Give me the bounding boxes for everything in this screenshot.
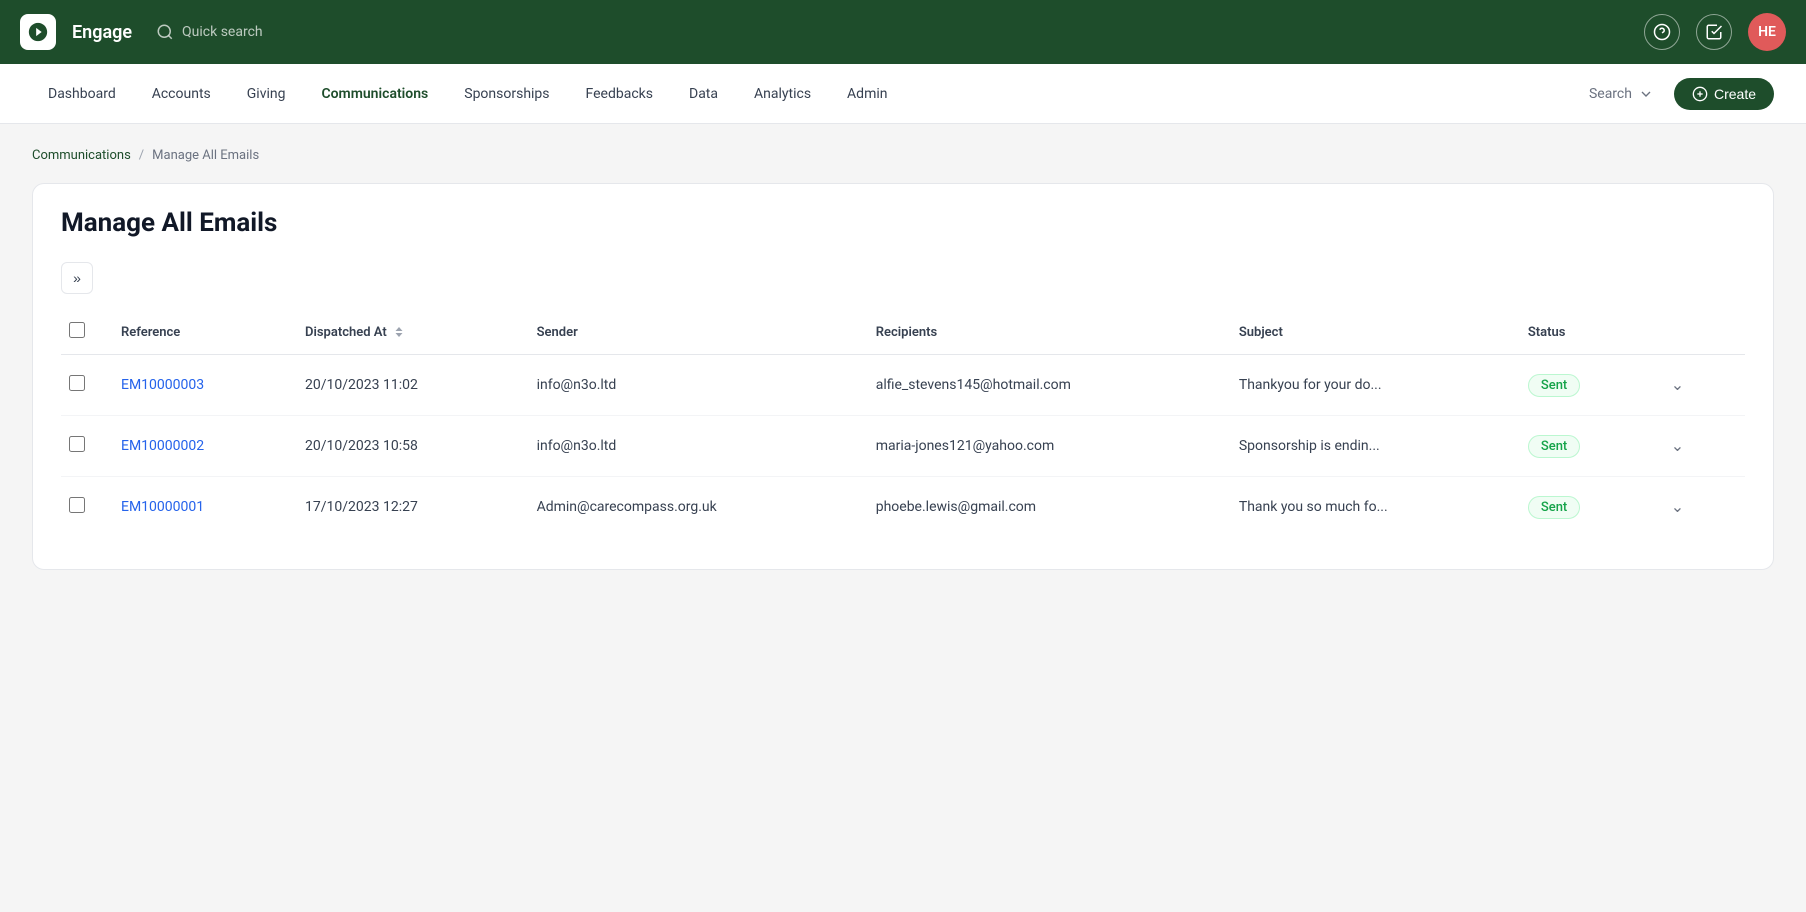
row-expand-cell: ⌄ [1647,355,1745,416]
nav-item-analytics[interactable]: Analytics [738,78,827,110]
row-recipients: alfie_stevens145@hotmail.com [860,355,1223,416]
double-chevron-icon: » [73,270,81,286]
row-reference: EM10000002 [105,416,289,477]
status-badge: Sent [1528,496,1580,519]
breadcrumb: Communications / Manage All Emails [32,148,1774,163]
search-icon [156,23,174,41]
reference-link[interactable]: EM10000003 [121,377,204,393]
col-status: Status [1512,310,1647,355]
app-name: Engage [72,22,132,43]
row-checkbox-cell [61,355,105,416]
row-dispatched-at: 17/10/2023 12:27 [289,477,521,538]
row-expand-button[interactable]: ⌄ [1663,432,1692,460]
checkbox-icon [1705,23,1723,41]
row-checkbox[interactable] [69,436,85,452]
nav-item-dashboard[interactable]: Dashboard [32,78,132,110]
col-expand [1647,310,1745,355]
email-rows: EM10000003 20/10/2023 11:02 info@n3o.ltd… [61,355,1745,538]
row-expand-cell: ⌄ [1647,416,1745,477]
sort-icon [394,326,404,338]
tasks-button[interactable] [1696,14,1732,50]
row-subject: Thank you so much fo... [1223,477,1512,538]
create-button[interactable]: Create [1674,78,1774,110]
table-row: EM10000002 20/10/2023 10:58 info@n3o.ltd… [61,416,1745,477]
row-expand-button[interactable]: ⌄ [1663,371,1692,399]
quick-search[interactable]: Quick search [156,23,263,41]
row-checkbox[interactable] [69,375,85,391]
row-sender: Admin@carecompass.org.uk [521,477,860,538]
question-icon [1653,23,1671,41]
help-button[interactable] [1644,14,1680,50]
status-badge: Sent [1528,435,1580,458]
nav-item-sponsorships[interactable]: Sponsorships [448,78,565,110]
emails-table: Reference Dispatched At Sender Rec [61,310,1745,537]
table-row: EM10000001 17/10/2023 12:27 Admin@careco… [61,477,1745,538]
search-label: Search [1589,86,1632,102]
table-header-row: Reference Dispatched At Sender Rec [61,310,1745,355]
row-recipients: maria-jones121@yahoo.com [860,416,1223,477]
row-subject: Thankyou for your do... [1223,355,1512,416]
status-badge: Sent [1528,374,1580,397]
nav-item-accounts[interactable]: Accounts [136,78,227,110]
row-status: Sent [1512,355,1647,416]
row-reference: EM10000003 [105,355,289,416]
user-avatar[interactable]: HE [1748,13,1786,51]
row-expand-button[interactable]: ⌄ [1663,493,1692,521]
breadcrumb-separator: / [139,148,144,163]
page-container: Manage All Emails » Reference Dispatched… [32,183,1774,570]
nav-item-admin[interactable]: Admin [831,78,903,110]
col-subject: Subject [1223,310,1512,355]
row-sender: info@n3o.ltd [521,416,860,477]
nav-right: Search Create [1581,78,1774,110]
row-status: Sent [1512,416,1647,477]
topbar-right: HE [1644,13,1786,51]
nav-items: Dashboard Accounts Giving Communications… [32,78,1581,110]
row-recipients: phoebe.lewis@gmail.com [860,477,1223,538]
search-placeholder: Quick search [182,24,263,40]
col-sender: Sender [521,310,860,355]
topbar: Engage Quick search HE [0,0,1806,64]
reference-link[interactable]: EM10000002 [121,438,204,454]
row-checkbox-cell [61,416,105,477]
col-reference: Reference [105,310,289,355]
chevron-down-icon [1638,86,1654,102]
app-logo[interactable] [20,14,56,50]
main-content: Communications / Manage All Emails Manag… [0,124,1806,912]
table-row: EM10000003 20/10/2023 11:02 info@n3o.ltd… [61,355,1745,416]
col-dispatched-at[interactable]: Dispatched At [289,310,521,355]
row-checkbox-cell [61,477,105,538]
reference-link[interactable]: EM10000001 [121,499,204,515]
row-sender: info@n3o.ltd [521,355,860,416]
nav-item-feedbacks[interactable]: Feedbacks [570,78,669,110]
select-all-header [61,310,105,355]
row-dispatched-at: 20/10/2023 11:02 [289,355,521,416]
filter-row: » [61,262,1745,294]
breadcrumb-current: Manage All Emails [152,148,259,163]
breadcrumb-parent[interactable]: Communications [32,148,131,163]
row-dispatched-at: 20/10/2023 10:58 [289,416,521,477]
nav-item-data[interactable]: Data [673,78,734,110]
expand-filters-button[interactable]: » [61,262,93,294]
nav-item-giving[interactable]: Giving [231,78,302,110]
select-all-checkbox[interactable] [69,322,85,338]
nav-item-communications[interactable]: Communications [305,78,444,110]
nav-search[interactable]: Search [1581,80,1662,108]
navbar: Dashboard Accounts Giving Communications… [0,64,1806,124]
col-recipients: Recipients [860,310,1223,355]
emails-table-wrapper: Reference Dispatched At Sender Rec [61,310,1745,537]
row-subject: Sponsorship is endin... [1223,416,1512,477]
plus-circle-icon [1692,86,1708,102]
row-expand-cell: ⌄ [1647,477,1745,538]
create-label: Create [1714,86,1756,102]
page-title: Manage All Emails [61,208,1745,238]
row-reference: EM10000001 [105,477,289,538]
row-status: Sent [1512,477,1647,538]
row-checkbox[interactable] [69,497,85,513]
